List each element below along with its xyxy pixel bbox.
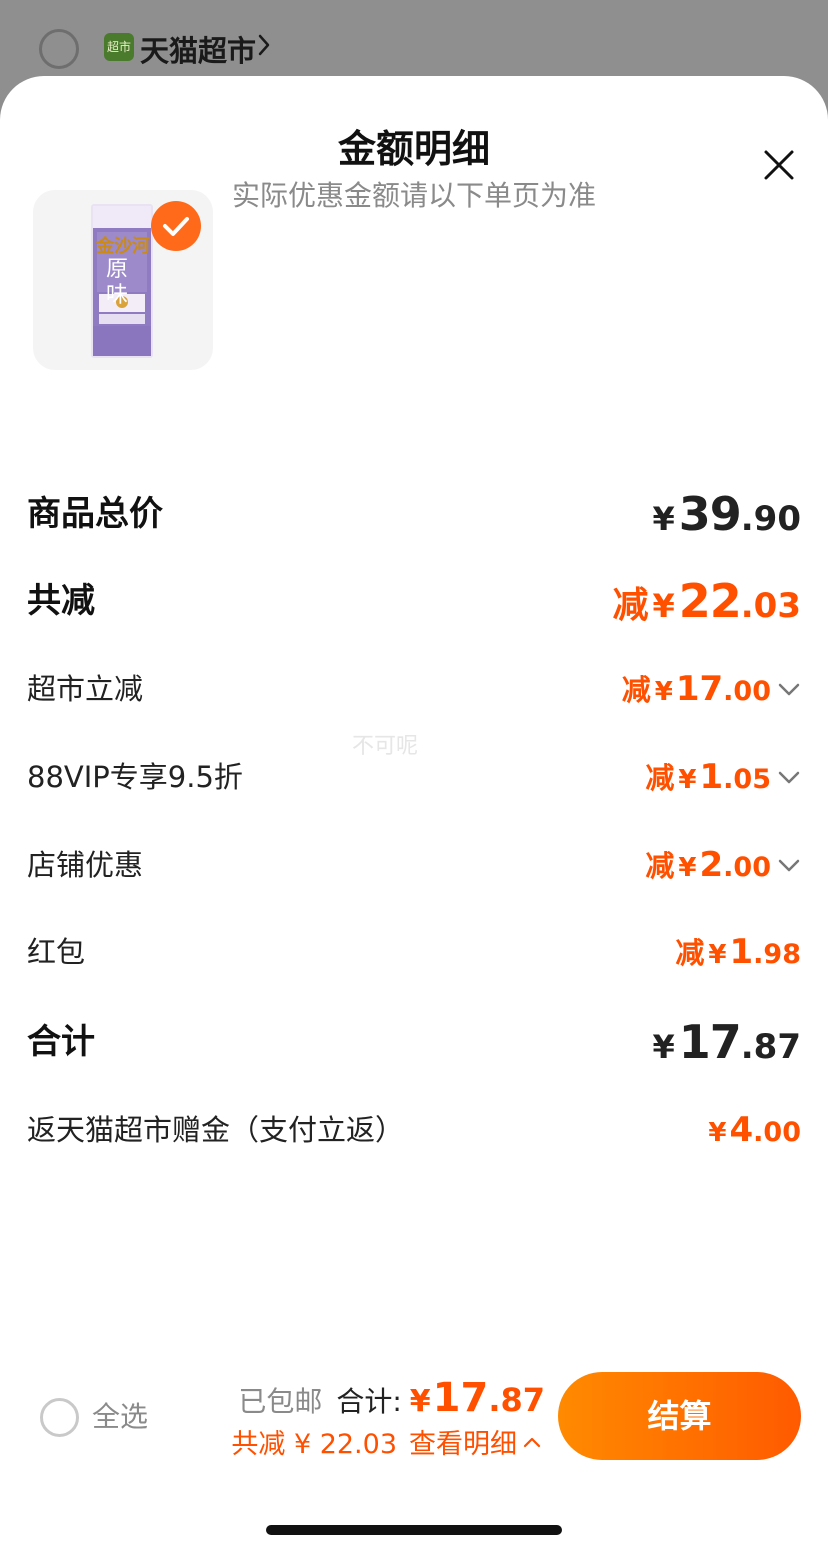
row-supermarket-discount[interactable]: 超市立减 减 ¥ 17 .00 <box>27 659 801 719</box>
checkout-button[interactable]: 结算 <box>558 1372 801 1460</box>
cashback-dec: .00 <box>753 1117 801 1148</box>
bottom-total-label: 合计: <box>336 1385 402 1418</box>
red-packet-yen: ¥ <box>708 940 727 970</box>
sheet-title: 金额明细 <box>337 127 490 171</box>
product-flavor-label-2: 味 <box>106 283 129 308</box>
total-price-value: ¥ 39 .90 <box>652 484 801 544</box>
amount-detail-page: 超市 天猫超市 金额明细 实际优惠金额请以下单页为准 金沙河 原 味 商品总价 … <box>0 0 828 1551</box>
vip-discount-value: 减 ¥ 1 .05 <box>645 747 771 807</box>
row-red-packet: 红包 减 ¥ 1 .98 <box>27 922 801 982</box>
total-price-label: 商品总价 <box>27 494 163 534</box>
check-icon <box>163 217 189 236</box>
cashback-int: 4 <box>729 1110 754 1150</box>
chevron-down-icon[interactable] <box>777 855 801 875</box>
chevron-right-icon <box>258 34 270 56</box>
row-total-discount: 共减 减 ¥ 22 .03 <box>27 571 801 631</box>
supermarket-logo-icon: 超市 <box>104 33 134 61</box>
supermarket-discount-yen: ¥ <box>654 677 673 707</box>
chevron-down-icon[interactable] <box>777 679 801 699</box>
subtotal-label: 合计 <box>27 1022 95 1062</box>
store-discount-int: 2 <box>699 845 724 885</box>
bottom-total-int: 17 <box>432 1375 489 1421</box>
bottom-discount-text: 共减 ¥ 22.03 <box>231 1429 397 1460</box>
supermarket-discount-label: 超市立减 <box>27 672 144 706</box>
subtotal-value: ¥ 17 .87 <box>652 1012 801 1072</box>
vip-discount-yen: ¥ <box>678 765 697 795</box>
store-discount-label: 店铺优惠 <box>27 848 144 882</box>
subtotal-dec: .87 <box>740 1027 801 1067</box>
watermark-text: 不可呢 <box>352 734 419 759</box>
total-price-yen: ¥ <box>652 500 675 538</box>
bottom-total-yen: ¥ <box>409 1384 431 1419</box>
vip-discount-dec: .05 <box>723 764 771 795</box>
red-packet-int: 1 <box>729 932 754 972</box>
product-flavor-label-1: 原 <box>106 257 129 282</box>
total-price-int: 39 <box>678 487 742 541</box>
background-shop-radio <box>39 29 79 69</box>
select-all-radio[interactable] <box>40 1398 79 1437</box>
row-subtotal: 合计 ¥ 17 .87 <box>27 1012 801 1072</box>
subtotal-int: 17 <box>678 1015 742 1069</box>
bottom-total-dec: .87 <box>488 1381 545 1419</box>
red-packet-label: 红包 <box>27 935 86 969</box>
total-discount-dec: .03 <box>740 586 801 626</box>
home-indicator <box>266 1525 562 1535</box>
total-discount-yen: ¥ <box>652 587 675 625</box>
selected-check-badge[interactable] <box>151 201 201 251</box>
cashback-value: ¥ 4 .00 <box>708 1100 801 1160</box>
store-discount-prefix: 减 <box>645 849 675 883</box>
cashback-label: 返天猫超市赠金（支付立返） <box>27 1113 405 1147</box>
supermarket-discount-prefix: 减 <box>621 673 651 707</box>
free-shipping-label: 已包邮 <box>238 1385 323 1418</box>
total-discount-label: 共减 <box>27 581 95 621</box>
store-discount-dec: .00 <box>723 852 771 883</box>
view-detail-link[interactable]: 查看明细 <box>409 1422 517 1461</box>
chevron-down-icon[interactable] <box>777 767 801 787</box>
chevron-up-icon <box>523 1437 541 1447</box>
subtotal-yen: ¥ <box>652 1028 675 1066</box>
total-discount-int: 22 <box>678 574 742 628</box>
red-packet-prefix: 减 <box>675 936 705 970</box>
supermarket-discount-int: 17 <box>675 669 724 709</box>
total-price-dec: .90 <box>740 499 801 539</box>
background-shop-name: 天猫超市 <box>140 34 257 68</box>
row-store-discount[interactable]: 店铺优惠 减 ¥ 2 .00 <box>27 835 801 895</box>
row-cashback: 返天猫超市赠金（支付立返） ¥ 4 .00 <box>27 1100 801 1160</box>
cashback-yen: ¥ <box>708 1118 727 1148</box>
total-discount-prefix: 减 <box>612 585 649 626</box>
close-icon[interactable] <box>760 146 798 184</box>
red-packet-dec: .98 <box>753 939 801 970</box>
vip-discount-prefix: 减 <box>645 761 675 795</box>
select-all-label[interactable]: 全选 <box>92 1397 148 1437</box>
vip-discount-int: 1 <box>699 757 724 797</box>
bottom-total-summary: 已包邮 合计: ¥ 17 .87 <box>238 1375 545 1421</box>
red-packet-value: 减 ¥ 1 .98 <box>675 922 801 982</box>
store-discount-yen: ¥ <box>678 853 697 883</box>
supermarket-discount-value: 减 ¥ 17 .00 <box>622 659 771 719</box>
store-discount-value: 减 ¥ 2 .00 <box>645 835 771 895</box>
total-discount-value: 减 ¥ 22 .03 <box>612 571 801 631</box>
supermarket-discount-dec: .00 <box>723 676 771 707</box>
row-total-price: 商品总价 ¥ 39 .90 <box>27 484 801 544</box>
discount-detail-toggle[interactable]: 共减 ¥ 22.03 查看明细 <box>231 1422 541 1461</box>
vip-discount-label: 88VIP专享9.5折 <box>27 760 243 794</box>
product-brand-label: 金沙河 <box>96 236 150 257</box>
